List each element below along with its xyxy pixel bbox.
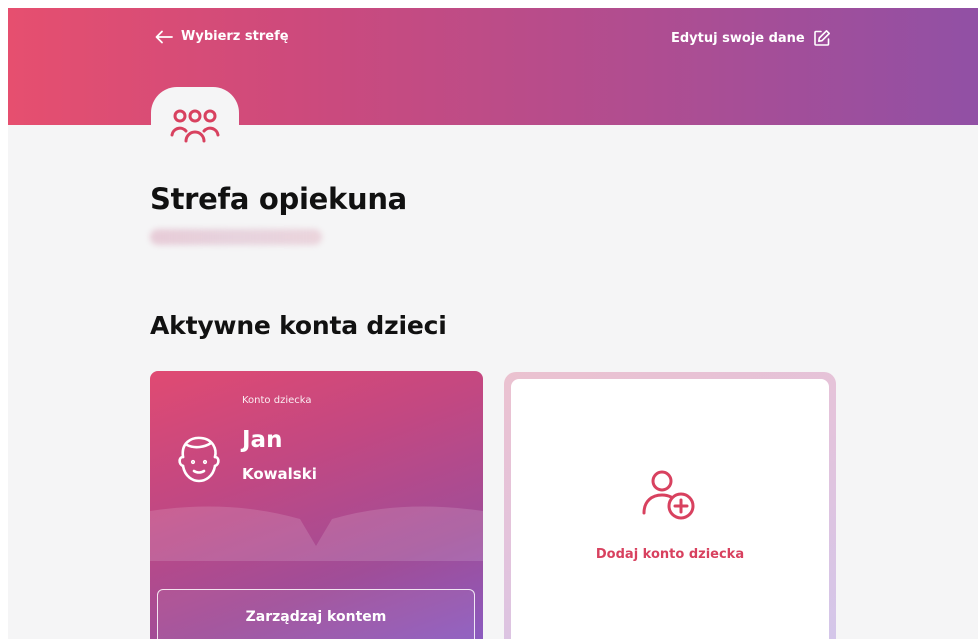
child-first-name: Jan bbox=[242, 427, 283, 453]
app-window: Wybierz strefę Edytuj swoje dane Strefa … bbox=[8, 8, 978, 639]
user-plus-icon bbox=[642, 470, 695, 520]
child-face-icon bbox=[178, 436, 220, 483]
manage-account-button[interactable]: Zarządzaj kontem bbox=[157, 589, 475, 639]
child-last-name: Kowalski bbox=[242, 465, 317, 483]
add-child-card-inner: Dodaj konto dziecka bbox=[511, 379, 829, 639]
edit-profile-label: Edytuj swoje dane bbox=[671, 30, 805, 46]
zone-badge bbox=[151, 87, 239, 167]
page-title: Strefa opiekuna bbox=[150, 182, 407, 216]
card-decoration bbox=[150, 506, 483, 561]
blurred-user-name bbox=[150, 229, 322, 245]
arrow-left-icon bbox=[155, 30, 173, 43]
edit-profile-link[interactable]: Edytuj swoje dane bbox=[671, 29, 831, 47]
child-account-label: Konto dziecka bbox=[242, 395, 312, 406]
add-child-label: Dodaj konto dziecka bbox=[595, 547, 745, 562]
back-link-label: Wybierz strefę bbox=[181, 29, 289, 44]
back-link[interactable]: Wybierz strefę bbox=[155, 29, 289, 44]
add-child-card[interactable]: Dodaj konto dziecka bbox=[504, 372, 836, 639]
group-icon bbox=[170, 109, 220, 143]
edit-square-icon bbox=[813, 30, 830, 46]
section-title: Aktywne konta dzieci bbox=[150, 311, 447, 340]
page: Wybierz strefę Edytuj swoje dane Strefa … bbox=[0, 0, 978, 639]
child-account-card: Konto dziecka Jan Kowalski Zarządzaj kon… bbox=[150, 371, 483, 639]
